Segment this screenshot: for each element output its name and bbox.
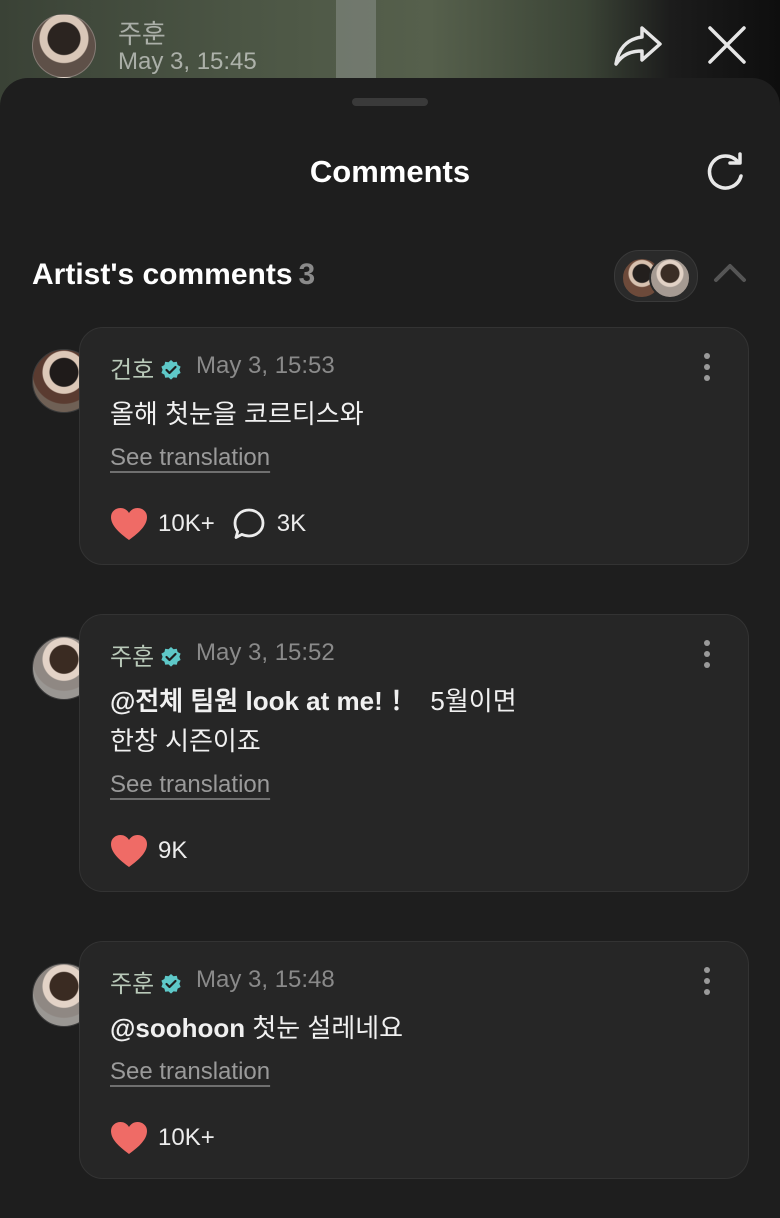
more-vertical-icon[interactable] <box>702 639 712 669</box>
like-count: 10K+ <box>158 510 215 537</box>
more-vertical-icon[interactable] <box>702 352 712 382</box>
heart-icon[interactable] <box>110 507 148 541</box>
comment-date: May 3, 15:48 <box>196 966 335 993</box>
comment-card: 주훈 May 3, 15:48 @soohoon 첫눈 설레네요 See tra… <box>79 941 749 1179</box>
heart-icon[interactable] <box>110 834 148 868</box>
commenter-name[interactable]: 건호 <box>110 350 182 385</box>
comment-date: May 3, 15:52 <box>196 639 335 666</box>
background-photo-detail <box>336 0 376 78</box>
comment-text: 올해 첫눈을 코르티스와 <box>110 399 364 429</box>
like-count: 10K+ <box>158 1124 215 1151</box>
mention[interactable]: @soohoon <box>110 1013 245 1043</box>
refresh-icon[interactable] <box>704 152 748 194</box>
post-date: May 3, 15:45 <box>118 48 257 75</box>
see-translation-link[interactable]: See translation <box>110 771 270 799</box>
artist-comments-header: Artist's comments 3 <box>32 258 315 292</box>
commenter-name[interactable]: 주훈 <box>110 637 182 672</box>
chevron-up-icon[interactable] <box>712 260 748 286</box>
section-title: Artist's comments <box>32 258 293 291</box>
comment-stats: 9K <box>110 831 187 871</box>
comment-text: @soohoon 첫눈 설레네요 <box>110 1013 404 1043</box>
more-vertical-icon[interactable] <box>702 966 712 996</box>
comment-text-line2: 한창 시즌이죠 <box>110 726 261 756</box>
verified-badge-icon <box>161 647 181 667</box>
comment-bubble-icon[interactable] <box>233 508 265 540</box>
verified-badge-icon <box>161 360 181 380</box>
see-translation-link[interactable]: See translation <box>110 444 270 472</box>
close-icon[interactable] <box>704 22 750 68</box>
comment-text: @전체 팀원 look at me! ！ 5월이면 한창 시즌이죠 <box>110 686 517 756</box>
share-icon[interactable] <box>612 22 664 70</box>
comment-stats: 10K+ 3K <box>110 504 306 544</box>
heart-icon[interactable] <box>110 1121 148 1155</box>
post-author-name: 주훈 <box>118 19 166 49</box>
section-count: 3 <box>298 258 316 291</box>
sheet-title: Comments <box>309 154 471 189</box>
reply-count: 3K <box>276 510 307 537</box>
post-author-avatar[interactable] <box>32 14 96 78</box>
artist-avatar-group[interactable] <box>614 250 698 302</box>
sheet-drag-handle[interactable] <box>352 98 428 106</box>
comment-date: May 3, 15:53 <box>196 352 335 379</box>
mention[interactable]: @전체 팀원 look at me! ！ <box>110 686 416 716</box>
comment-card: 주훈 May 3, 15:52 @전체 팀원 look at me! ！ 5월이… <box>79 614 749 892</box>
comment-card: 건호 May 3, 15:53 올해 첫눈을 코르티스와 See transla… <box>79 327 749 565</box>
like-count: 9K <box>158 837 188 864</box>
see-translation-link[interactable]: See translation <box>110 1058 270 1086</box>
commenter-name[interactable]: 주훈 <box>110 964 182 999</box>
verified-badge-icon <box>161 974 181 994</box>
comment-stats: 10K+ <box>110 1118 215 1158</box>
artist-avatar <box>649 257 691 299</box>
